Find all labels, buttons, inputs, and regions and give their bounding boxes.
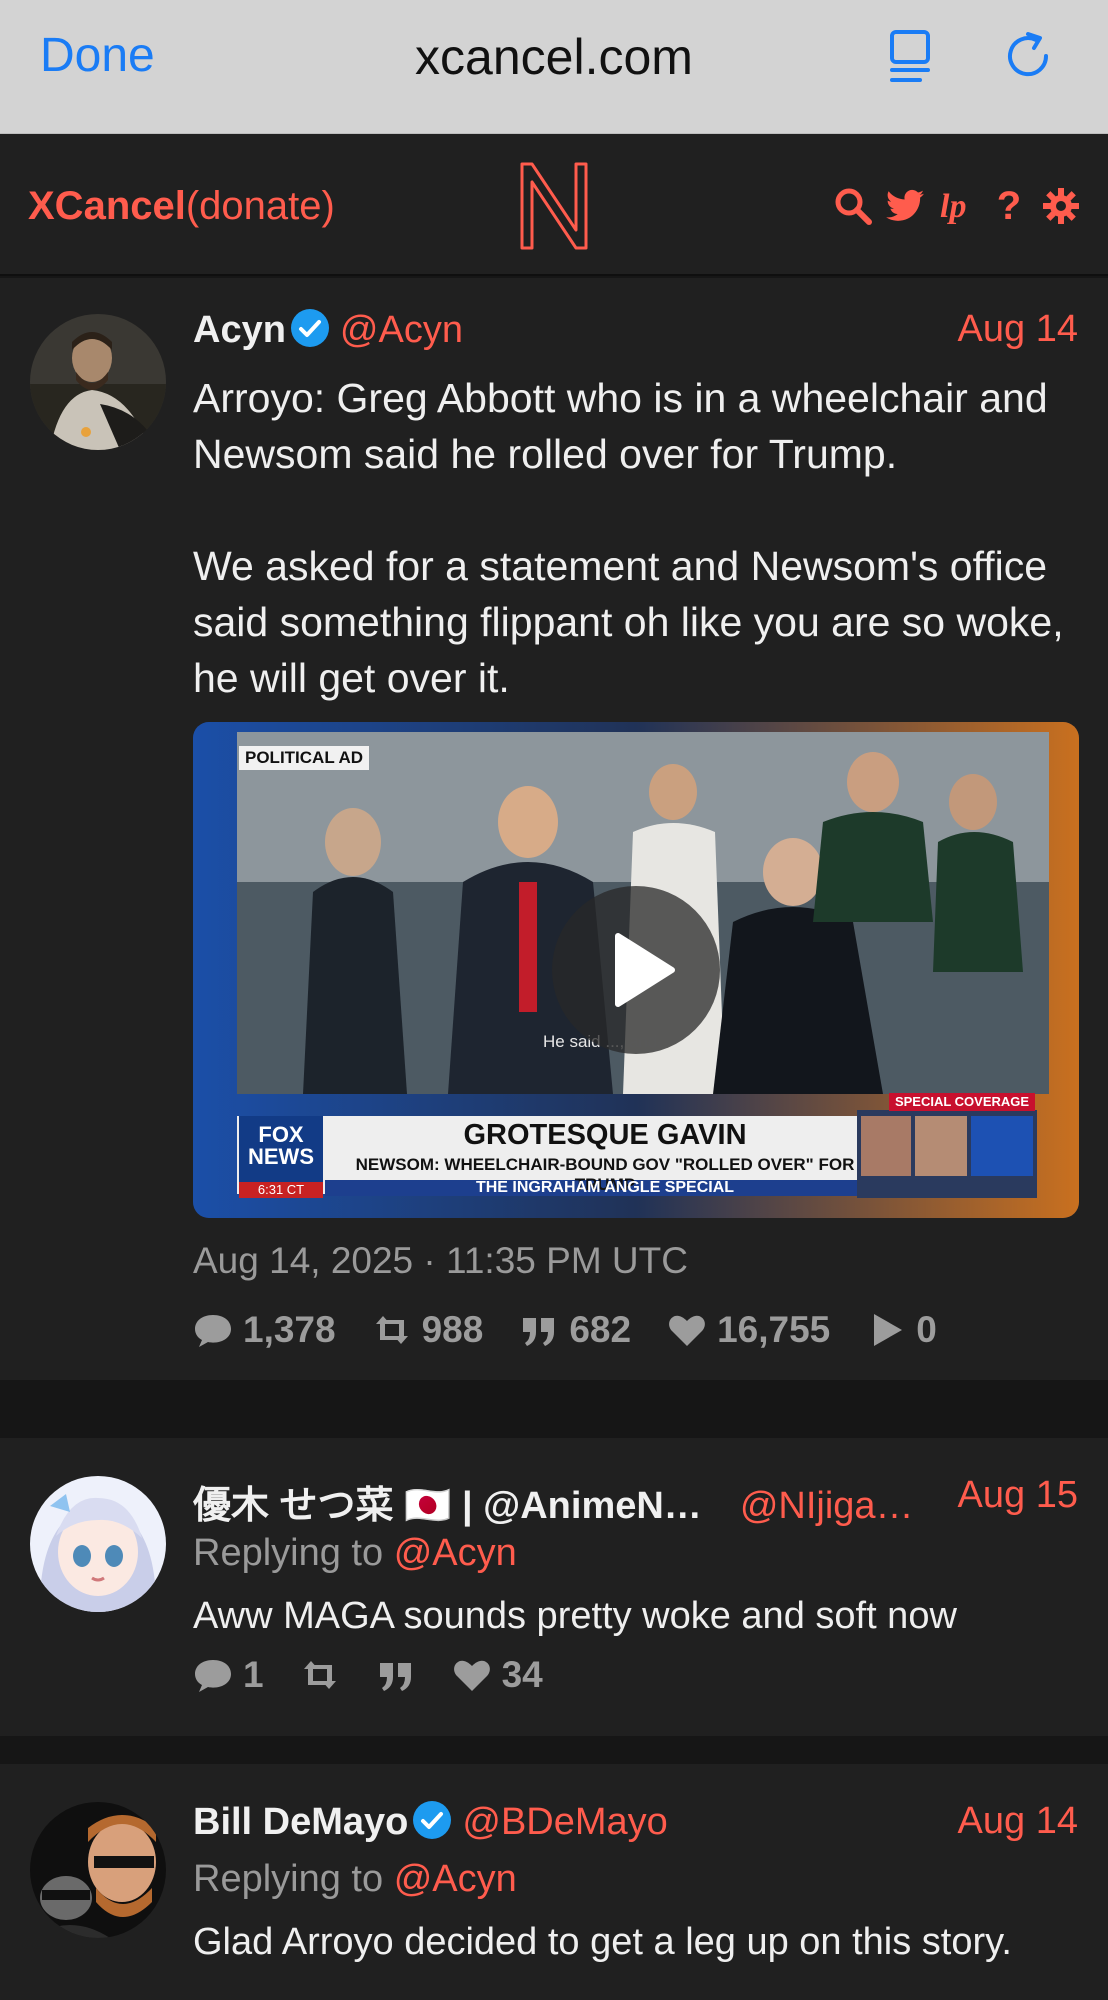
header-icon-bar: lp ? [834, 184, 1080, 228]
quote-count[interactable] [376, 1655, 416, 1695]
tweet-header: Bill DeMayo @BDeMayo Aug 14 [193, 1800, 1078, 1848]
donate-link[interactable]: (donate) [186, 184, 335, 228]
avatar[interactable] [30, 1802, 166, 1938]
twitter-bird-icon[interactable] [886, 184, 924, 228]
heart-icon [669, 1315, 705, 1346]
brand-name[interactable]: XCancel [28, 184, 186, 228]
tweet-text-paragraph: We asked for a statement and Newsom's of… [193, 543, 1064, 701]
quote-icon [379, 1663, 411, 1691]
chyron-title: GROTESQUE GAVIN [463, 1119, 747, 1151]
tweet-stats: 1 34 [193, 1650, 579, 1700]
replying-to-link[interactable]: @Acyn [394, 1858, 517, 1900]
username[interactable]: @NIjiga… [740, 1485, 914, 1527]
tweet-date[interactable]: Aug 14 [958, 1800, 1078, 1843]
like-count[interactable]: 16,755 [667, 1309, 830, 1351]
settings-gear-icon[interactable] [1042, 184, 1080, 228]
time-bug: 6:31 CT [239, 1182, 323, 1198]
view-count-value: 0 [916, 1309, 937, 1350]
nitter-logo-icon[interactable] [516, 158, 592, 252]
heart-icon [453, 1660, 490, 1691]
reply-tweet[interactable]: Bill DeMayo @BDeMayo Aug 14 Replying to @… [0, 1764, 1108, 2000]
username[interactable]: @Acyn [340, 309, 463, 351]
thread-separator [0, 1380, 1108, 1438]
comment-icon [195, 1315, 231, 1347]
tweet-text: Glad Arroyo decided to get a leg up on t… [193, 1921, 1012, 1963]
quote-count[interactable]: 682 [519, 1309, 631, 1351]
verified-badge-icon [290, 308, 330, 348]
quote-count-value: 682 [569, 1309, 632, 1350]
avatar[interactable] [30, 314, 166, 450]
browser-toolbar: Done xcancel.com [0, 0, 1108, 134]
reply-count-value: 1 [243, 1654, 264, 1695]
help-icon[interactable]: ? [990, 184, 1028, 228]
reply-count[interactable]: 1 [193, 1654, 264, 1696]
fullname[interactable]: 優木 せつ菜 🇯🇵 | @AnimeN… [193, 1485, 702, 1527]
quote-icon [523, 1318, 555, 1346]
brand-link[interactable]: XCancel(donate) [28, 184, 335, 229]
reply-count[interactable]: 1,378 [193, 1309, 336, 1351]
url-label[interactable]: xcancel.com [0, 28, 1108, 86]
search-icon[interactable] [834, 184, 872, 228]
tweet-stats: 1,378 988 682 16,755 0 [193, 1305, 973, 1355]
tweet-text-paragraph: Arroyo: Greg Abbott who is in a wheelcha… [193, 375, 1048, 477]
comment-icon [195, 1660, 231, 1692]
chyron-show-name: THE INGRAHAM ANGLE SPECIAL [475, 1179, 735, 1196]
fullname[interactable]: Acyn [193, 309, 286, 351]
tweet-full-timestamp[interactable]: Aug 14, 2025 · 11:35 PM UTC [193, 1240, 688, 1282]
reply-count-value: 1,378 [243, 1309, 336, 1350]
liberapay-icon[interactable]: lp [938, 184, 976, 228]
retweet-count[interactable]: 988 [372, 1309, 484, 1351]
tweet-text: Aww MAGA sounds pretty woke and soft now [193, 1595, 957, 1637]
tweet-date[interactable]: Aug 15 [958, 1474, 1078, 1517]
special-coverage-label: SPECIAL COVERAGE [889, 1093, 1035, 1111]
replying-to-label: Replying to [193, 1532, 384, 1574]
political-ad-badge: POLITICAL AD [239, 746, 370, 770]
replying-to: Replying to @Acyn [193, 1532, 517, 1575]
like-count[interactable]: 34 [452, 1654, 543, 1696]
replying-to: Replying to @Acyn [193, 1858, 517, 1901]
tweet-text: Arroyo: Greg Abbott who is in a wheelcha… [193, 370, 1078, 706]
view-count[interactable]: 0 [866, 1309, 937, 1351]
like-count-value: 16,755 [717, 1309, 831, 1350]
site-header: XCancel(donate) lp ? [0, 134, 1108, 276]
play-icon [874, 1314, 903, 1346]
play-button-icon[interactable] [552, 886, 720, 1054]
main-tweet[interactable]: Acyn @Acyn Aug 14 Arroyo: Greg Abbott who… [0, 278, 1108, 1380]
video-thumbnail[interactable]: POLITICAL AD He said ..., and- FOX NEWS … [193, 722, 1079, 1218]
retweet-icon [375, 1316, 408, 1344]
svg-text:lp: lp [940, 188, 966, 225]
verified-badge-icon [412, 1800, 452, 1840]
replying-to-link[interactable]: @Acyn [394, 1532, 517, 1574]
reader-view-icon[interactable] [880, 26, 940, 86]
replying-to-label: Replying to [193, 1858, 384, 1900]
reload-icon[interactable] [998, 26, 1058, 86]
avatar[interactable] [30, 1476, 166, 1612]
like-count-value: 34 [501, 1654, 543, 1695]
retweet-icon [303, 1661, 336, 1689]
thread-separator [0, 1736, 1108, 1764]
tweet-header: 優木 せつ菜 🇯🇵 | @AnimeN… @NIjiga… Aug 15 [193, 1474, 1078, 1527]
retweet-count-value: 988 [421, 1309, 484, 1350]
username[interactable]: @BDeMayo [462, 1801, 667, 1843]
reply-tweet[interactable]: 優木 せつ菜 🇯🇵 | @AnimeN… @NIjiga… Aug 15 Repl… [0, 1438, 1108, 1736]
tweet-header: Acyn @Acyn Aug 14 [193, 308, 1078, 356]
tweet-date[interactable]: Aug 14 [958, 308, 1078, 351]
retweet-count[interactable] [300, 1655, 340, 1695]
fullname[interactable]: Bill DeMayo [193, 1801, 408, 1843]
